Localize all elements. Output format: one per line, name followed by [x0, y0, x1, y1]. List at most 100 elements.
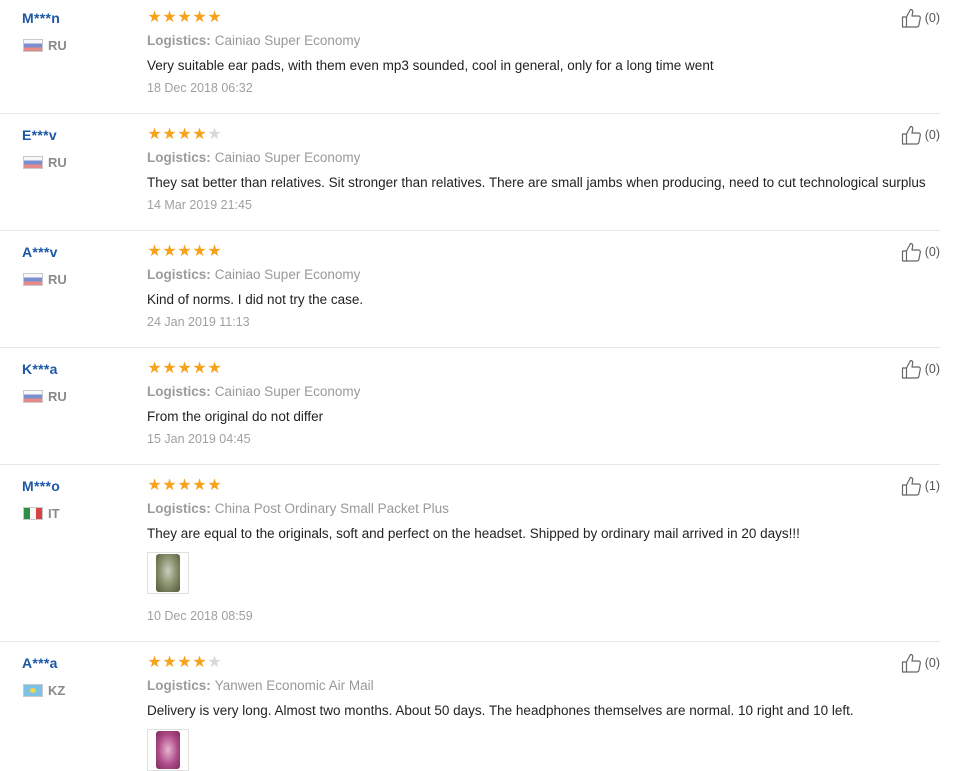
- reviewer-country: KZ: [23, 683, 65, 698]
- star-filled-icon: ★: [192, 7, 207, 26]
- logistics-label: Logistics:: [147, 384, 211, 399]
- review-text: They are equal to the originals, soft an…: [147, 526, 800, 541]
- review-photo-image: [156, 731, 180, 769]
- logistics-value: China Post Ordinary Small Packet Plus: [214, 501, 449, 516]
- kazakhstan-flag-icon: [23, 683, 43, 697]
- review-item: M***o IT ★ ★ ★ ★ ★ Logistics: China Post Ordi…: [0, 468, 940, 642]
- star-filled-icon: ★: [207, 475, 222, 494]
- logistics-label: Logistics:: [147, 501, 211, 516]
- helpful-count: (1): [924, 479, 940, 493]
- review-photo-image: [156, 554, 180, 592]
- feedback-list: M***n RU ★ ★ ★ ★ ★ Logistics: Cainiao Super E…: [0, 0, 980, 771]
- star-rating: ★ ★ ★ ★ ★: [147, 360, 222, 378]
- thumbs-up-icon: [901, 359, 921, 379]
- helpful-button[interactable]: (0): [901, 8, 940, 28]
- star-filled-icon: ★: [162, 358, 177, 377]
- country-code: RU: [48, 271, 67, 287]
- country-code: RU: [48, 154, 67, 170]
- logistics-line: Logistics: China Post Ordinary Small Pack…: [147, 501, 449, 516]
- logistics-line: Logistics: Cainiao Super Economy: [147, 33, 360, 48]
- review-item: A***a KZ ★ ★ ★ ★ ★ Logistics: Yanwen Economic…: [0, 645, 940, 771]
- review-date: 18 Dec 2018 06:32: [147, 81, 253, 95]
- logistics-line: Logistics: Cainiao Super Economy: [147, 267, 360, 282]
- logistics-value: Cainiao Super Economy: [214, 384, 361, 399]
- star-filled-icon: ★: [192, 124, 207, 143]
- country-code: IT: [48, 505, 60, 521]
- reviewer-name[interactable]: M***o: [22, 478, 60, 494]
- russia-flag-icon: [23, 272, 43, 286]
- country-code: RU: [48, 388, 67, 404]
- review-photo-thumbnail[interactable]: [147, 552, 189, 594]
- star-filled-icon: ★: [147, 475, 162, 494]
- star-filled-icon: ★: [177, 241, 192, 260]
- review-text: They sat better than relatives. Sit stro…: [147, 175, 926, 190]
- review-text: From the original do not differ: [147, 409, 324, 424]
- reviewer-country: RU: [23, 154, 67, 170]
- star-filled-icon: ★: [177, 652, 192, 671]
- logistics-label: Logistics:: [147, 267, 211, 282]
- thumbs-up-icon: [901, 8, 921, 28]
- star-filled-icon: ★: [177, 358, 192, 377]
- review-date: 15 Jan 2019 04:45: [147, 432, 251, 446]
- helpful-button[interactable]: (0): [901, 653, 940, 673]
- review-text: Very suitable ear pads, with them even m…: [147, 58, 714, 73]
- review-item: M***n RU ★ ★ ★ ★ ★ Logistics: Cainiao Super E…: [0, 0, 940, 114]
- reviewer-name[interactable]: K***a: [22, 361, 58, 377]
- review-item: E***v RU ★ ★ ★ ★ ★ Logistics: Cainiao Super E…: [0, 117, 940, 231]
- logistics-line: Logistics: Cainiao Super Economy: [147, 150, 360, 165]
- reviewer-name[interactable]: E***v: [22, 127, 57, 143]
- star-rating: ★ ★ ★ ★ ★: [147, 126, 222, 144]
- star-filled-icon: ★: [177, 475, 192, 494]
- helpful-button[interactable]: (0): [901, 125, 940, 145]
- helpful-button[interactable]: (0): [901, 359, 940, 379]
- helpful-count: (0): [924, 656, 940, 670]
- thumbs-up-icon: [901, 242, 921, 262]
- helpful-count: (0): [924, 11, 940, 25]
- star-empty-icon: ★: [207, 652, 222, 671]
- star-rating: ★ ★ ★ ★ ★: [147, 243, 222, 261]
- star-filled-icon: ★: [147, 358, 162, 377]
- star-filled-icon: ★: [147, 241, 162, 260]
- logistics-label: Logistics:: [147, 33, 211, 48]
- reviewer-name[interactable]: M***n: [22, 10, 60, 26]
- logistics-label: Logistics:: [147, 150, 211, 165]
- star-filled-icon: ★: [192, 358, 207, 377]
- helpful-button[interactable]: (1): [901, 476, 940, 496]
- reviewer-country: IT: [23, 505, 60, 521]
- logistics-label: Logistics:: [147, 678, 211, 693]
- review-photo-thumbnail[interactable]: [147, 729, 189, 771]
- thumbs-up-icon: [901, 125, 921, 145]
- star-filled-icon: ★: [177, 7, 192, 26]
- star-filled-icon: ★: [177, 124, 192, 143]
- star-filled-icon: ★: [162, 475, 177, 494]
- star-filled-icon: ★: [162, 124, 177, 143]
- star-filled-icon: ★: [162, 652, 177, 671]
- star-filled-icon: ★: [192, 652, 207, 671]
- logistics-value: Cainiao Super Economy: [214, 267, 361, 282]
- logistics-line: Logistics: Cainiao Super Economy: [147, 384, 360, 399]
- star-filled-icon: ★: [162, 241, 177, 260]
- italy-flag-icon: [23, 506, 43, 520]
- reviewer-country: RU: [23, 388, 67, 404]
- star-filled-icon: ★: [147, 124, 162, 143]
- star-filled-icon: ★: [147, 7, 162, 26]
- reviewer-name[interactable]: A***a: [22, 655, 58, 671]
- helpful-button[interactable]: (0): [901, 242, 940, 262]
- helpful-count: (0): [924, 128, 940, 142]
- logistics-value: Cainiao Super Economy: [214, 33, 361, 48]
- russia-flag-icon: [23, 38, 43, 52]
- reviewer-country: RU: [23, 38, 67, 53]
- review-item: A***v RU ★ ★ ★ ★ ★ Logistics: Cainiao Super E…: [0, 234, 940, 348]
- reviewer-name[interactable]: A***v: [22, 244, 58, 260]
- review-text: Delivery is very long. Almost two months…: [147, 703, 854, 718]
- star-filled-icon: ★: [147, 652, 162, 671]
- star-filled-icon: ★: [207, 7, 222, 26]
- helpful-count: (0): [924, 245, 940, 259]
- reviewer-country: RU: [23, 271, 67, 287]
- helpful-count: (0): [924, 362, 940, 376]
- russia-flag-icon: [23, 155, 43, 169]
- star-rating: ★ ★ ★ ★ ★: [147, 9, 222, 27]
- star-filled-icon: ★: [192, 475, 207, 494]
- star-filled-icon: ★: [207, 358, 222, 377]
- star-rating: ★ ★ ★ ★ ★: [147, 477, 222, 495]
